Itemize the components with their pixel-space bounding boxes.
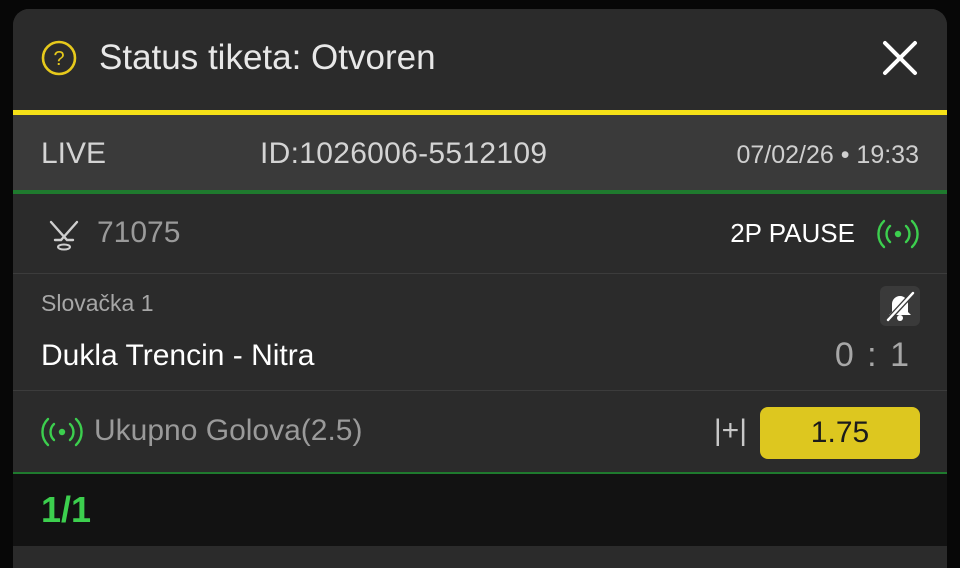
live-signal-icon — [877, 219, 919, 249]
ticket-datetime: 07/02/26 • 19:33 — [736, 141, 919, 169]
hockey-sticks-icon — [49, 220, 79, 251]
svg-text:?: ? — [53, 48, 64, 70]
match-status: 2P PAUSE — [730, 218, 855, 248]
match-block: Slovačka 1 Dukla Trencin - Nitra 0 : 1 — [13, 274, 947, 391]
ticket-id: ID:1026006-5512109 — [260, 137, 548, 170]
modal-header: ? Status tiketa: Otvoren — [13, 9, 947, 111]
event-code: 71075 — [97, 216, 181, 249]
event-header: 71075 2P PAUSE — [13, 194, 947, 274]
match-score: 0 : 1 — [834, 336, 911, 374]
ticket-footer: 1/1 — [13, 474, 947, 546]
help-circle-icon[interactable]: ? — [41, 40, 77, 76]
bet-count: 1/1 — [41, 489, 92, 530]
ticket-type: LIVE — [41, 137, 107, 170]
match-teams: Dukla Trencin - Nitra — [41, 339, 315, 372]
odds-button[interactable]: 1.75 — [760, 407, 920, 459]
league-name: Slovačka 1 — [41, 290, 154, 316]
ticket-info-row: LIVE ID:1026006-5512109 07/02/26 • 19:33 — [13, 115, 947, 190]
below-content — [13, 546, 947, 568]
bet-row: Ukupno Golova(2.5) |+| 1.75 — [13, 391, 947, 471]
ticket-status-modal: ? Status tiketa: Otvoren LIVE ID:1026006… — [13, 9, 947, 568]
live-signal-icon — [41, 417, 83, 447]
bet-selection: |+| — [713, 414, 747, 447]
close-icon[interactable] — [879, 37, 921, 79]
bet-market: Ukupno Golova(2.5) — [94, 414, 363, 447]
modal-title: Status tiketa: Otvoren — [99, 38, 436, 77]
bell-off-icon[interactable] — [880, 286, 920, 326]
